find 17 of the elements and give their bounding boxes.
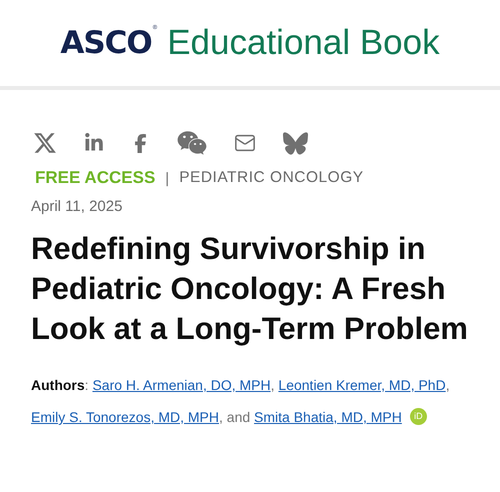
author-link[interactable]: Smita Bhatia, MD, MPH xyxy=(254,409,402,425)
butterfly-icon[interactable] xyxy=(283,130,308,156)
linkedin-icon[interactable] xyxy=(84,133,104,153)
access-label: FREE ACCESS xyxy=(35,168,156,188)
separator: | xyxy=(165,170,170,186)
category-label[interactable]: PEDIATRIC ONCOLOGY xyxy=(179,169,364,187)
author-link[interactable]: Saro H. Armenian, DO, MPH xyxy=(92,377,271,393)
author-link[interactable]: Emily S. Tonorezos, MD, MPH xyxy=(31,409,220,425)
site-title: Educational Book xyxy=(167,23,440,63)
author-link[interactable]: Leontien Kremer, MD, PhD xyxy=(278,377,446,393)
x-icon[interactable] xyxy=(33,131,57,155)
authors-line: Authors: Saro H. Armenian, DO, MPH, Leontien Kremer, MD, PhD, Emily S. Tonorezos, MD, MPH, and Smita Bhatia, MD, MPH iD xyxy=(31,376,451,427)
article-title: Redefining Survivorship in Pediatric Oncology: A Fresh Look at a Long-Term Problem xyxy=(31,230,469,348)
chat-bubbles-icon[interactable] xyxy=(177,128,207,158)
publish-date: April 11, 2025 xyxy=(31,198,124,215)
mail-icon[interactable] xyxy=(234,132,256,154)
asco-logo[interactable]: ASCO$^{®}$ xyxy=(60,25,158,61)
